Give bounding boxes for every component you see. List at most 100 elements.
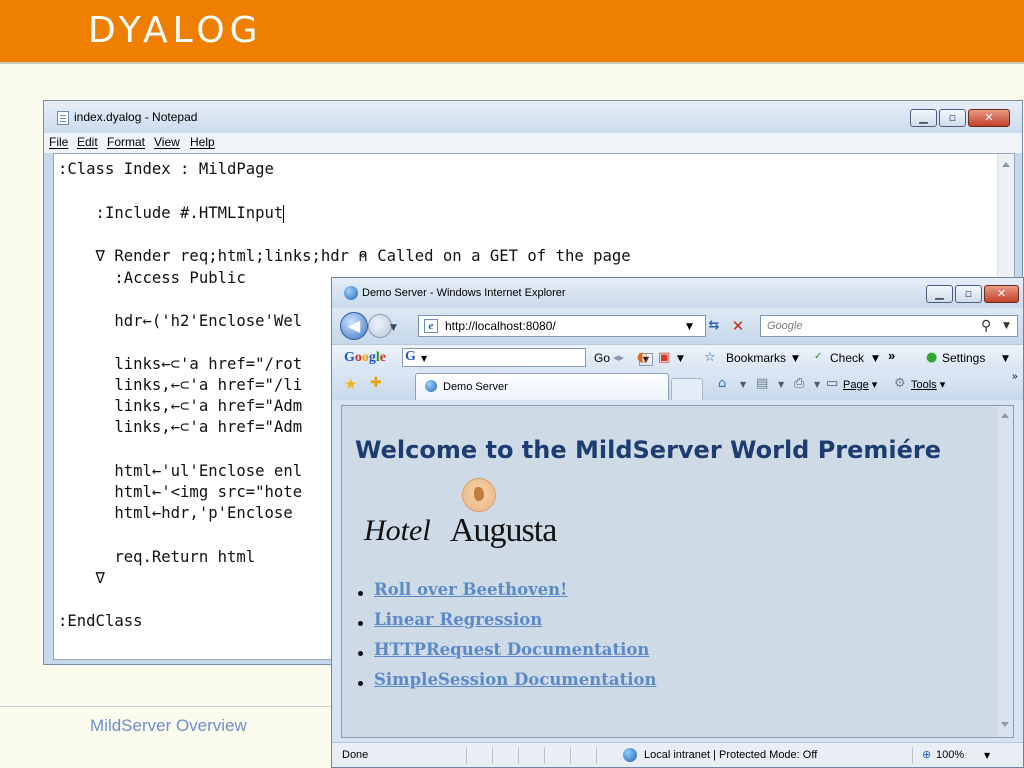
- code-line: links←⊂'a href="/rot: [58, 355, 303, 373]
- search-icon[interactable]: ⚲: [981, 318, 991, 334]
- page-icon: ▭: [826, 376, 839, 391]
- address-bar[interactable]: e http://localhost:8080/: [418, 315, 706, 337]
- search-dropdown-icon[interactable]: ▼: [1003, 321, 1010, 331]
- menu-file[interactable]: File: [49, 135, 68, 149]
- address-url: http://localhost:8080/: [445, 319, 556, 333]
- security-zone-text[interactable]: Local intranet | Protected Mode: Off: [644, 749, 817, 761]
- more-tools-chevron[interactable]: »: [888, 348, 895, 363]
- list-item: SimpleSession Documentation: [356, 670, 656, 700]
- scroll-up-arrow-icon[interactable]: [1002, 162, 1010, 167]
- home-dropdown-icon[interactable]: ▼: [740, 380, 746, 389]
- scroll-down-arrow-icon[interactable]: [1001, 722, 1009, 727]
- minimize-icon: ▁: [935, 287, 944, 300]
- close-icon: ✕: [996, 287, 1007, 300]
- ie-minimize-button[interactable]: ▁: [926, 285, 953, 303]
- tab-demo-server[interactable]: Demo Server: [415, 373, 669, 400]
- print-icon[interactable]: ⎙: [794, 376, 804, 391]
- popup-blocker-icon[interactable]: ▣: [658, 350, 670, 365]
- code-line: hdr←('h2'Enclose'Wel: [58, 312, 303, 330]
- settings-globe-icon: ●: [926, 350, 938, 365]
- settings-dropdown-icon[interactable]: ▼: [1002, 354, 1009, 364]
- recent-pages-dropdown-icon[interactable]: ▼: [390, 323, 397, 333]
- favorites-star-icon[interactable]: ★: [344, 375, 357, 393]
- tab-label: Demo Server: [443, 381, 508, 393]
- link-roll-over-beethoven[interactable]: Roll over Beethoven!: [374, 580, 567, 599]
- close-button[interactable]: ✕: [968, 109, 1010, 127]
- address-dropdown-icon[interactable]: ▼: [686, 322, 693, 332]
- ie-title: Demo Server - Windows Internet Explorer: [362, 287, 566, 299]
- maximize-icon: ▫: [948, 111, 957, 124]
- new-tab-button[interactable]: [671, 378, 703, 400]
- welcome-heading: Welcome to the MildServer World Premiére: [355, 436, 942, 464]
- back-button[interactable]: ◀: [340, 312, 368, 340]
- close-icon: ✕: [984, 111, 994, 124]
- settings-button[interactable]: Settings: [942, 351, 985, 365]
- minimize-icon: ▁: [919, 111, 928, 124]
- add-favorites-icon[interactable]: ✚: [370, 375, 382, 391]
- tools-gear-icon: ⚙: [894, 376, 906, 391]
- tools-menu[interactable]: Tools ▾: [911, 378, 945, 391]
- bookmarks-dropdown-icon[interactable]: ▼: [792, 354, 799, 364]
- list-item: HTTPRequest Documentation: [356, 640, 656, 670]
- hotel-name-script: Hotel: [364, 514, 431, 547]
- dyalog-logo: DYALOG: [88, 10, 263, 51]
- bookmarks-star-icon: ☆: [704, 350, 716, 365]
- status-separator: [492, 747, 493, 764]
- popup-dropdown-icon[interactable]: ▼: [677, 354, 684, 364]
- ie-titlebar[interactable]: Demo Server - Windows Internet Explorer …: [332, 278, 1023, 308]
- google-g-icon: G: [405, 349, 416, 364]
- menu-view[interactable]: View: [154, 135, 180, 149]
- ie-tab-bar: ★ ✚ Demo Server ⌂ ▼ ▤ ▼ ⎙ ▼ ▭ Page ▾ ⚙ T…: [332, 370, 1023, 400]
- hotel-crest-icon: [462, 478, 496, 512]
- page-link-list: Roll over Beethoven! Linear Regression H…: [356, 580, 656, 700]
- check-button[interactable]: Check: [830, 351, 864, 365]
- toolbar-overflow-chevron[interactable]: »: [1012, 371, 1018, 382]
- menu-help[interactable]: Help: [190, 135, 215, 149]
- ie-content-scrollbar[interactable]: [998, 406, 1013, 737]
- search-input[interactable]: Google ⚲ ▼: [760, 315, 1018, 337]
- minimize-button[interactable]: ▁: [910, 109, 937, 127]
- feeds-dropdown-icon[interactable]: ▼: [778, 380, 784, 389]
- status-separator: [466, 747, 467, 764]
- google-options-arrow-icon[interactable]: ▼: [421, 354, 427, 363]
- zoom-dropdown-icon[interactable]: ▼: [984, 751, 990, 760]
- hotel-augusta-logo: Hotel Augusta: [362, 478, 587, 553]
- ie-maximize-button[interactable]: ▫: [955, 285, 982, 303]
- page-menu-label: Page: [843, 379, 869, 391]
- link-linear-regression[interactable]: Linear Regression: [374, 610, 542, 629]
- feeds-icon[interactable]: ▤: [756, 376, 768, 391]
- menu-format[interactable]: Format: [107, 135, 145, 149]
- code-line: req.Return html: [58, 548, 256, 566]
- zoom-level[interactable]: 100%: [936, 749, 964, 761]
- print-dropdown-icon[interactable]: ▼: [814, 380, 820, 389]
- menu-edit[interactable]: Edit: [77, 135, 98, 149]
- footer-text: MildServer Overview: [90, 716, 247, 735]
- notepad-titlebar[interactable]: index.dyalog - Notepad ▁ ▫ ✕: [44, 101, 1022, 133]
- ie-app-icon: [344, 286, 358, 300]
- tools-menu-label: Tools: [911, 379, 937, 391]
- home-icon[interactable]: ⌂: [718, 376, 726, 391]
- check-dropdown-icon[interactable]: ▼: [872, 354, 879, 364]
- google-swirl-icon[interactable]: ◐: [637, 350, 648, 365]
- code-line: :Access Public: [58, 269, 246, 287]
- status-separator: [544, 747, 545, 764]
- google-go-button[interactable]: Go: [594, 351, 610, 365]
- bookmarks-button[interactable]: Bookmarks: [726, 351, 786, 365]
- scroll-up-arrow-icon[interactable]: [1001, 413, 1009, 418]
- refresh-icon[interactable]: ⇆: [704, 316, 724, 336]
- link-httprequest-docs[interactable]: HTTPRequest Documentation: [374, 640, 649, 659]
- link-simplesession-docs[interactable]: SimpleSession Documentation: [374, 670, 656, 689]
- hotel-name-caps: Augusta: [450, 512, 557, 549]
- status-separator: [912, 747, 913, 764]
- ie-close-button[interactable]: ✕: [984, 285, 1019, 303]
- google-toolbar: Google G ▼ ▼ Go ◂▸ ◐ ▣ ▼ ☆ Bookmarks ▼ ✓…: [332, 344, 1023, 370]
- google-logo: Google: [344, 350, 386, 365]
- code-line: :Class Index : MildPage: [58, 160, 274, 178]
- code-line: :EndClass: [58, 612, 143, 630]
- stop-icon[interactable]: ✕: [728, 316, 748, 336]
- maximize-button[interactable]: ▫: [939, 109, 966, 127]
- ie-navigation-bar: ◀ ▶ ▼ e http://localhost:8080/ ▼ ⇆ ✕ Goo…: [332, 308, 1023, 344]
- forward-button[interactable]: ▶: [368, 314, 392, 338]
- page-menu[interactable]: Page ▾: [843, 378, 877, 391]
- google-search-input[interactable]: G ▼ ▼: [402, 348, 653, 367]
